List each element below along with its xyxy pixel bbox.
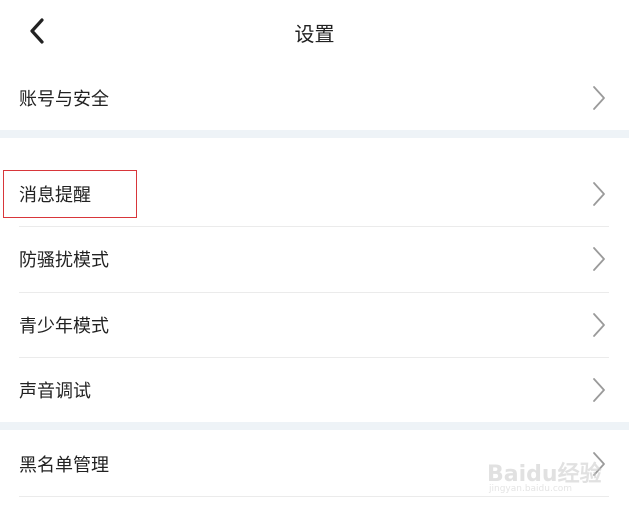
chevron-right-icon bbox=[593, 247, 605, 271]
settings-item-label: 声音调试 bbox=[19, 381, 91, 402]
section-divider bbox=[0, 130, 629, 138]
settings-item-label: 防骚扰模式 bbox=[19, 250, 109, 271]
row-divider bbox=[19, 496, 609, 497]
chevron-right-icon bbox=[593, 86, 605, 110]
settings-item-label: 青少年模式 bbox=[19, 316, 109, 337]
settings-item-teen-mode[interactable]: 青少年模式 bbox=[0, 293, 629, 357]
page-title: 设置 bbox=[294, 22, 335, 46]
settings-item-label: 账号与安全 bbox=[19, 89, 109, 110]
header-bar: 设置 bbox=[0, 0, 629, 66]
section-divider bbox=[0, 422, 629, 430]
chevron-right-icon bbox=[593, 313, 605, 337]
settings-item-blacklist[interactable]: 黑名单管理 bbox=[0, 432, 629, 496]
chevron-right-icon bbox=[593, 378, 605, 402]
settings-item-account-security[interactable]: 账号与安全 bbox=[0, 66, 629, 130]
settings-item-label: 消息提醒 bbox=[19, 185, 91, 206]
chevron-right-icon bbox=[593, 452, 605, 476]
settings-item-label: 黑名单管理 bbox=[19, 455, 109, 476]
settings-item-anti-harassment[interactable]: 防骚扰模式 bbox=[0, 227, 629, 291]
settings-item-message-notifications[interactable]: 消息提醒 bbox=[0, 162, 629, 226]
chevron-right-icon bbox=[593, 182, 605, 206]
settings-item-sound-test[interactable]: 声音调试 bbox=[0, 358, 629, 422]
